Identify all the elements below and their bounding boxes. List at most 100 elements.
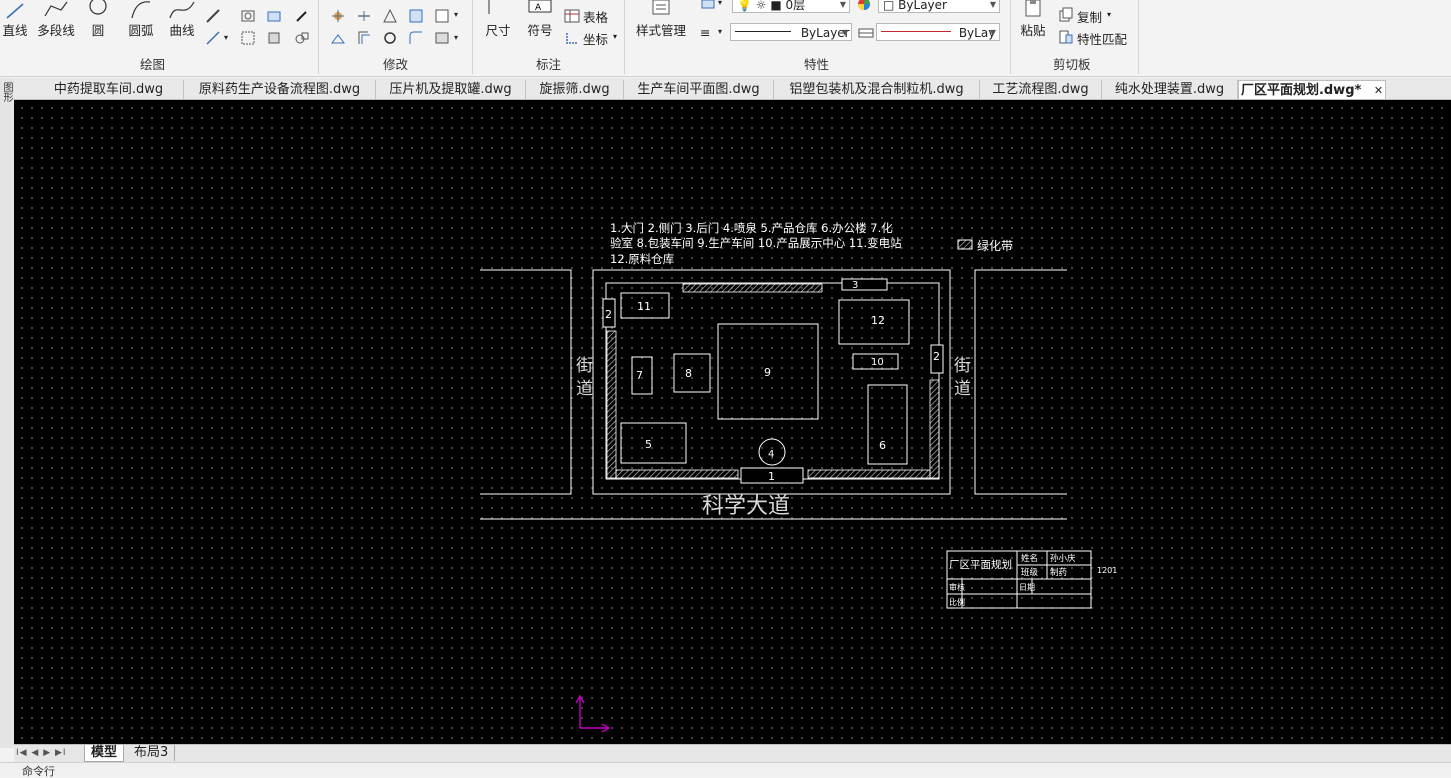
close-tab-icon[interactable]: ✕ [1374, 84, 1383, 97]
road-name: 科学大道 [702, 494, 790, 519]
layout-nav-arrows-icon[interactable]: I◀ ◀ ▶ ▶I [16, 745, 67, 761]
command-line[interactable]: 命令行 [0, 762, 1451, 777]
doc-tab[interactable]: 中药提取车间.dwg [34, 80, 184, 99]
curve-button[interactable]: 曲线 [166, 0, 198, 39]
rear-gate [841, 278, 888, 291]
svg-text:A: A [535, 3, 542, 13]
drawing-canvas[interactable]: 1.大门 2.侧门 3.后门 4.喷泉 5.产品仓库 6.办公楼 7.化 验室 … [14, 100, 1451, 744]
rear-gate-number: 3 [852, 280, 858, 291]
construction-line-icon[interactable] [205, 30, 221, 46]
separator [1138, 0, 1139, 74]
green-belt-top [682, 283, 823, 293]
fountain-number: 4 [768, 449, 774, 460]
trim-icon[interactable] [356, 8, 372, 24]
dimension-icon [488, 0, 490, 14]
array-icon[interactable] [434, 8, 450, 24]
layout3-tab[interactable]: 布局3 [128, 745, 176, 761]
properties-group-label: 特性 [804, 57, 830, 72]
pencil-icon[interactable] [205, 8, 221, 24]
offset-icon[interactable] [356, 30, 372, 46]
linetype-dropdown[interactable]: ByLayer ▼ [730, 23, 852, 41]
doc-tab[interactable]: 原料药生产设备流程图.dwg [184, 80, 376, 99]
side-gate-left-number: 2 [605, 308, 612, 321]
move-icon[interactable] [330, 8, 346, 24]
layer-manager-dropdown-icon[interactable]: ▾ [718, 0, 722, 7]
symbol-label: 符号 [527, 23, 553, 38]
line-dropdown-icon[interactable]: ▾ [224, 33, 228, 42]
shapes-icon[interactable] [294, 30, 310, 46]
lineweight-dropdown[interactable]: ByLay ▼ [876, 23, 1000, 41]
dimension-button[interactable]: 尺寸 [482, 0, 514, 39]
table-label[interactable]: 表格 [583, 7, 608, 26]
green-belt-right [929, 379, 940, 479]
title-block-scale-label: 比例 [949, 597, 965, 607]
draw-group-label: 绘图 [140, 57, 166, 72]
modify-group-label: 修改 [383, 57, 409, 72]
circle-button[interactable]: 圆 [86, 0, 110, 39]
green-belt-bottom-left [615, 469, 739, 479]
symbol-button[interactable]: A 符号 [524, 0, 556, 39]
polyline-icon [44, 1, 68, 17]
layer-dropdown[interactable]: 💡 ☼ ■ 0层 ▼ [732, 0, 850, 13]
line-button[interactable]: 直线 [0, 0, 30, 39]
side-gate-right-number: 2 [933, 350, 940, 363]
arc-icon [131, 1, 151, 19]
curve-label: 曲线 [169, 23, 195, 38]
legend-line-2: 验室 8.包装车间 9.生产车间 10.产品展示中心 11.变电站 [610, 236, 902, 250]
curve-icon [169, 1, 195, 19]
street-left-char-2: 道 [576, 379, 593, 399]
mirror-icon[interactable] [382, 8, 398, 24]
copy-label[interactable]: 复制 [1077, 7, 1102, 26]
array-dropdown-icon[interactable]: ▾ [454, 10, 458, 19]
doc-tab[interactable]: 压片机及提取罐.dwg [376, 80, 526, 99]
title-block-name-label: 姓名 [1021, 553, 1038, 564]
color-wheel-icon[interactable] [856, 0, 872, 12]
rectangle-icon[interactable] [240, 8, 256, 24]
arc-button[interactable]: 圆弧 [124, 0, 158, 39]
color-dropdown[interactable]: □ ByLayer ▼ [878, 0, 1000, 13]
doc-tab[interactable]: 纯水处理装置.dwg [1102, 80, 1238, 99]
substation-number: 11 [637, 300, 651, 313]
block-icon[interactable] [266, 30, 282, 46]
coordinate-label[interactable]: 坐标 [583, 29, 608, 48]
right-block-outline [974, 269, 1067, 495]
layout-tab-bar: I◀ ◀ ▶ ▶I 模型 布局3 [14, 744, 1451, 762]
doc-tab[interactable]: 工艺流程图.dwg [980, 80, 1102, 99]
doc-tab[interactable]: 生产车间平面图.dwg [624, 80, 774, 99]
stretch-icon[interactable] [330, 30, 346, 46]
lineweight-dropdown-icon[interactable]: ▾ [718, 27, 722, 36]
model-tab[interactable]: 模型 [84, 745, 125, 762]
doc-tab[interactable]: 铝塑包装机及混合制粒机.dwg [774, 80, 980, 99]
match-properties-label[interactable]: 特性匹配 [1077, 29, 1127, 48]
side-panel-label[interactable]: 图形 [0, 82, 12, 102]
copy-dropdown-icon[interactable]: ▾ [1107, 10, 1111, 19]
dropdown-arrow-icon: ▼ [989, 28, 996, 37]
polyline-button[interactable]: 多段线 [34, 0, 78, 39]
hatch-icon[interactable] [266, 8, 282, 24]
style-manager-button[interactable]: 样式管理 [632, 0, 690, 39]
document-tab-bar: 中药提取车间.dwg 原料药生产设备流程图.dwg 压片机及提取罐.dwg 旋振… [14, 78, 1451, 100]
layer-manager-icon[interactable] [700, 0, 716, 10]
left-side-panel[interactable]: 图形 [0, 78, 15, 748]
match-properties-icon[interactable] [1058, 29, 1074, 45]
explode-dropdown-icon[interactable]: ▾ [454, 33, 458, 42]
fillet-icon[interactable] [408, 30, 424, 46]
linetype-scale-icon[interactable] [858, 25, 874, 41]
paste-button[interactable]: 粘贴 [1016, 0, 1050, 39]
green-belt-bottom-right [807, 469, 931, 479]
table-icon[interactable] [564, 8, 580, 24]
point-icon[interactable] [294, 8, 310, 24]
coordinate-icon[interactable] [564, 30, 580, 46]
doc-tab[interactable]: 旋振筛.dwg [526, 80, 624, 99]
lineweight-icon[interactable]: ≡ [700, 25, 710, 40]
title-block-class-value: 制药 [1050, 567, 1067, 578]
grid-icon[interactable] [240, 30, 256, 46]
scale-icon[interactable] [408, 8, 424, 24]
explode-icon[interactable] [434, 30, 450, 46]
drawing-svg[interactable]: 1.大门 2.侧门 3.后门 4.喷泉 5.产品仓库 6.办公楼 7.化 验室 … [14, 100, 1451, 744]
coordinate-dropdown-icon[interactable]: ▾ [613, 32, 617, 41]
doc-tab-active[interactable]: 厂区平面规划.dwg* ✕ [1238, 80, 1386, 99]
copy-icon[interactable] [1058, 7, 1074, 23]
rotate-icon[interactable] [382, 30, 398, 46]
dropdown-arrow-icon: ▼ [989, 0, 996, 9]
